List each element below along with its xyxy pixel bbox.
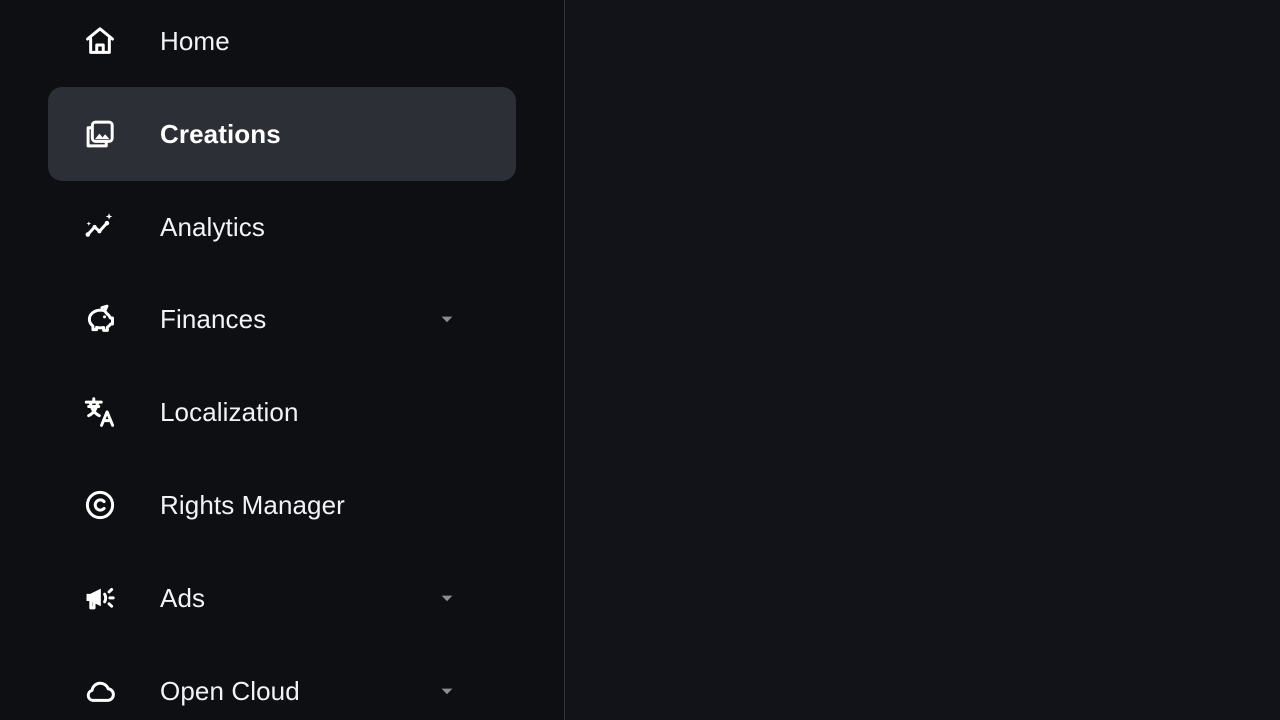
sidebar-item-open-cloud[interactable]: Open Cloud xyxy=(48,644,516,720)
translate-icon xyxy=(80,392,120,432)
sidebar-item-ads[interactable]: Ads xyxy=(48,551,516,645)
megaphone-icon xyxy=(80,578,120,618)
chevron-down-icon[interactable] xyxy=(439,590,455,606)
piggy-bank-icon xyxy=(80,299,120,339)
home-icon xyxy=(80,21,120,61)
trend-spark-icon xyxy=(80,207,120,247)
sidebar-navigation: Home Creations Analytics Finances Localizati… xyxy=(0,0,565,720)
sidebar-item-label: Rights Manager xyxy=(160,490,345,520)
sidebar-item-finances[interactable]: Finances xyxy=(48,272,516,366)
copyright-icon xyxy=(80,485,120,525)
sidebar-item-label: Localization xyxy=(160,397,299,427)
cloud-icon xyxy=(80,671,120,711)
main-content-pane xyxy=(565,0,1280,720)
sidebar-item-label: Ads xyxy=(160,583,206,613)
chevron-down-icon[interactable] xyxy=(439,683,455,699)
sidebar-item-label: Finances xyxy=(160,304,267,334)
chevron-down-icon[interactable] xyxy=(439,311,455,327)
sidebar-item-label: Creations xyxy=(160,119,281,149)
app-root: Home Creations Analytics Finances Localizati… xyxy=(0,0,1280,720)
sidebar-item-home[interactable]: Home xyxy=(48,0,516,88)
sidebar-item-localization[interactable]: Localization xyxy=(48,365,516,459)
sidebar-item-label: Home xyxy=(160,26,230,56)
sidebar-item-analytics[interactable]: Analytics xyxy=(48,180,516,274)
sidebar-item-label: Open Cloud xyxy=(160,676,300,706)
sidebar-item-label: Analytics xyxy=(160,212,265,242)
sidebar-item-rights-manager[interactable]: Rights Manager xyxy=(48,458,516,552)
images-icon xyxy=(80,114,120,154)
sidebar-item-creations[interactable]: Creations xyxy=(48,87,516,181)
